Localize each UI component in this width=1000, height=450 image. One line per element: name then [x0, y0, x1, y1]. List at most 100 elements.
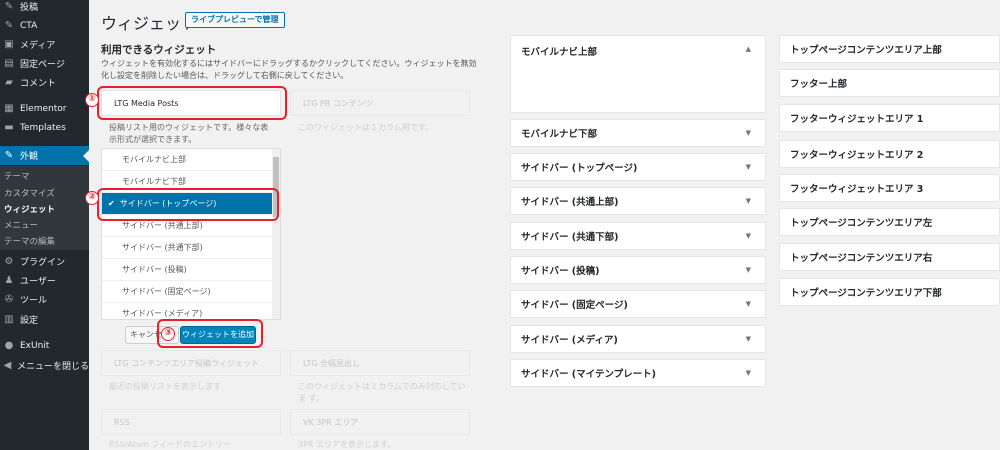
page-icon: ▤ [4, 57, 14, 69]
menu-label: プラグイン [20, 258, 66, 268]
chooser-label: サイドバー (共通下部) [122, 243, 203, 252]
sidebar-panel-posts[interactable]: サイドバー (投稿) ▼ [510, 256, 766, 284]
sidebar-title: トップページコンテンツエリア右 [790, 253, 933, 264]
sidebar-panel-top-page[interactable]: サイドバー (トップページ) ▼ [510, 153, 766, 181]
expand-arrow-icon[interactable]: ▼ [746, 129, 751, 137]
sidebar-panel-media[interactable]: サイドバー (メディア) ▼ [510, 325, 766, 353]
menu-item-media[interactable]: ▣ メディア [0, 35, 89, 54]
sidebar-panel-top-content-bottom[interactable]: トップページコンテンツエリア下部 [779, 278, 1000, 306]
widget-rss[interactable]: RSS [101, 409, 281, 435]
chooser-item[interactable]: サイドバー (投稿) [102, 259, 273, 281]
menu-item-appearance[interactable]: ✎ 外観 [0, 146, 89, 165]
submenu-customize[interactable]: カスタマイズ [4, 187, 55, 199]
expand-arrow-icon[interactable]: ▼ [746, 266, 751, 274]
menu-label: 投稿 [20, 3, 39, 13]
menu-label: メニューを閉じる [16, 362, 89, 372]
collapse-menu[interactable]: ◀ メニューを閉じる [0, 356, 89, 375]
expand-arrow-icon[interactable]: ▼ [746, 335, 751, 343]
annotation-number-2: ② [85, 191, 99, 205]
submenu-widgets[interactable]: ウィジェット [4, 203, 55, 215]
sidebar-panel-top-content-left[interactable]: トップページコンテンツエリア左 [779, 208, 1000, 236]
widget-ltg-pr-content[interactable]: LTG PR コンテンツ [290, 90, 470, 116]
sidebar-title: サイドバー (共通下部) [521, 232, 619, 243]
sidebar-panel-footer-widget-1[interactable]: フッターウィジェットエリア 1 [779, 104, 1000, 132]
annotation-number-1: ① [85, 93, 99, 107]
submenu-themes[interactable]: テーマ [4, 170, 30, 182]
chooser-item[interactable]: サイドバー (固定ページ) [102, 281, 273, 303]
sidebar-panel-common-bottom[interactable]: サイドバー (共通下部) ▼ [510, 222, 766, 250]
sidebar-title: トップページコンテンツエリア下部 [790, 288, 942, 299]
sidebar-panel-common-top[interactable]: サイドバー (共通上部) ▼ [510, 187, 766, 215]
sidebar-title: サイドバー (マイテンプレート) [521, 369, 657, 380]
chooser-item[interactable]: サイドバー (メディア) [102, 303, 273, 319]
folder-icon: ▬ [4, 121, 14, 133]
sidebar-title: サイドバー (投稿) [521, 266, 600, 277]
menu-item-settings[interactable]: ▥ 設定 [0, 310, 89, 329]
menu-item-cta[interactable]: ✎ CTA [0, 16, 89, 35]
menu-label: CTA [20, 20, 38, 31]
widget-desc-ltg-content-area: 最近の投稿リストを表示します [109, 382, 221, 391]
chooser-label: モバイルナビ下部 [122, 177, 186, 186]
widget-ltg-content-area[interactable]: LTG コンテンツエリア投稿ウィジェット [101, 350, 281, 376]
menu-item-pages[interactable]: ▤ 固定ページ [0, 54, 89, 73]
sidebar-panel-my-template[interactable]: サイドバー (マイテンプレート) ▼ [510, 359, 766, 387]
sidebar-title: フッターウィジェットエリア 1 [790, 114, 924, 125]
admin-sidebar: ✎ 投稿 ✎ CTA ▣ メディア ▤ 固定ページ ▰ コメント ▦ Elementor ▬… [0, 0, 89, 450]
menu-item-posts[interactable]: ✎ 投稿 [0, 0, 89, 16]
sidebar-panel-top-content-upper[interactable]: トップページコンテンツエリア上部 [779, 35, 1000, 63]
chooser-label: サイドバー (メディア) [122, 309, 203, 318]
pin-icon: ✎ [4, 19, 14, 31]
menu-item-comments[interactable]: ▰ コメント [0, 73, 89, 92]
sidebar-panel-top-content-right[interactable]: トップページコンテンツエリア右 [779, 243, 1000, 271]
widget-desc-rss: RSS/Atom フィードのエントリー [109, 440, 231, 449]
widget-desc-ltg-media-posts: 投稿リスト用のウィジェットです。様々な表示形式が選択できます。 [109, 123, 269, 144]
widget-vk-3pr[interactable]: VK 3PR エリア [290, 409, 470, 435]
chooser-item[interactable]: モバイルナビ上部 [102, 149, 273, 171]
sidebar-panel-footer-top[interactable]: フッター上部 [779, 69, 1000, 97]
collapse-icon: ◀ [3, 359, 12, 371]
media-icon: ▣ [4, 38, 14, 50]
sidebar-panel-pages[interactable]: サイドバー (固定ページ) ▼ [510, 290, 766, 318]
menu-label: メディア [20, 41, 56, 51]
menu-label: 固定ページ [20, 60, 65, 70]
available-widgets-desc: ウィジェットを有効化するにはサイドバーにドラッグするかクリックしてください。ウィ… [101, 59, 477, 80]
brush-icon: ✎ [4, 149, 14, 161]
sidebar-panel-footer-widget-3[interactable]: フッターウィジェットエリア 3 [779, 174, 1000, 202]
live-preview-button[interactable]: ライブプレビューで管理 [185, 12, 285, 28]
expand-arrow-icon[interactable]: ▼ [746, 163, 751, 171]
submenu-menus[interactable]: メニュー [4, 219, 38, 231]
chooser-scrollbar[interactable] [272, 149, 280, 319]
expand-arrow-icon[interactable]: ▼ [746, 369, 751, 377]
menu-label: ExUnit [20, 340, 50, 351]
sidebar-panel-mobile-nav-top[interactable]: モバイルナビ上部 ▲ [510, 35, 766, 113]
chooser-item[interactable]: サイドバー (共通下部) [102, 237, 273, 259]
sidebar-panel-mobile-nav-bottom[interactable]: モバイルナビ下部 ▼ [510, 119, 766, 147]
menu-label: Templates [20, 122, 66, 133]
settings-icon: ▥ [4, 313, 14, 325]
sidebar-panel-footer-widget-2[interactable]: フッターウィジェットエリア 2 [779, 140, 1000, 168]
menu-label: 外観 [20, 152, 39, 162]
collapse-arrow-icon[interactable]: ▲ [746, 45, 751, 53]
menu-item-elementor[interactable]: ▦ Elementor [0, 99, 89, 118]
sidebar-title: サイドバー (メディア) [521, 335, 618, 346]
sidebar-chooser-list[interactable]: モバイルナビ上部 モバイルナビ下部 ✔ サイドバー (トップページ) サイドバー … [101, 148, 281, 320]
expand-arrow-icon[interactable]: ▼ [746, 300, 751, 308]
menu-label: Elementor [20, 103, 67, 114]
expand-arrow-icon[interactable]: ▼ [746, 232, 751, 240]
menu-item-templates[interactable]: ▬ Templates [0, 118, 89, 137]
submenu-theme-editor[interactable]: テーマの編集 [4, 235, 55, 247]
menu-item-plugins[interactable]: ⚙ プラグイン [0, 252, 89, 271]
menu-label: ツール [20, 296, 48, 306]
menu-item-users[interactable]: ♟ ユーザー [0, 271, 89, 290]
chooser-label: サイドバー (共通上部) [122, 221, 203, 230]
sidebar-title: サイドバー (固定ページ) [521, 300, 628, 311]
page-title: ウィジェット [101, 14, 198, 33]
menu-item-exunit[interactable]: ● ExUnit [0, 336, 89, 355]
sidebar-title: サイドバー (共通上部) [521, 197, 619, 208]
widget-ltg-full-heading[interactable]: LTG 全幅見出し [290, 350, 470, 376]
sidebar-title: フッターウィジェットエリア 2 [790, 150, 924, 161]
sidebar-title: フッターウィジェットエリア 3 [790, 184, 924, 195]
user-icon: ♟ [4, 274, 14, 286]
expand-arrow-icon[interactable]: ▼ [746, 197, 751, 205]
menu-item-tools[interactable]: ✇ ツール [0, 290, 89, 309]
